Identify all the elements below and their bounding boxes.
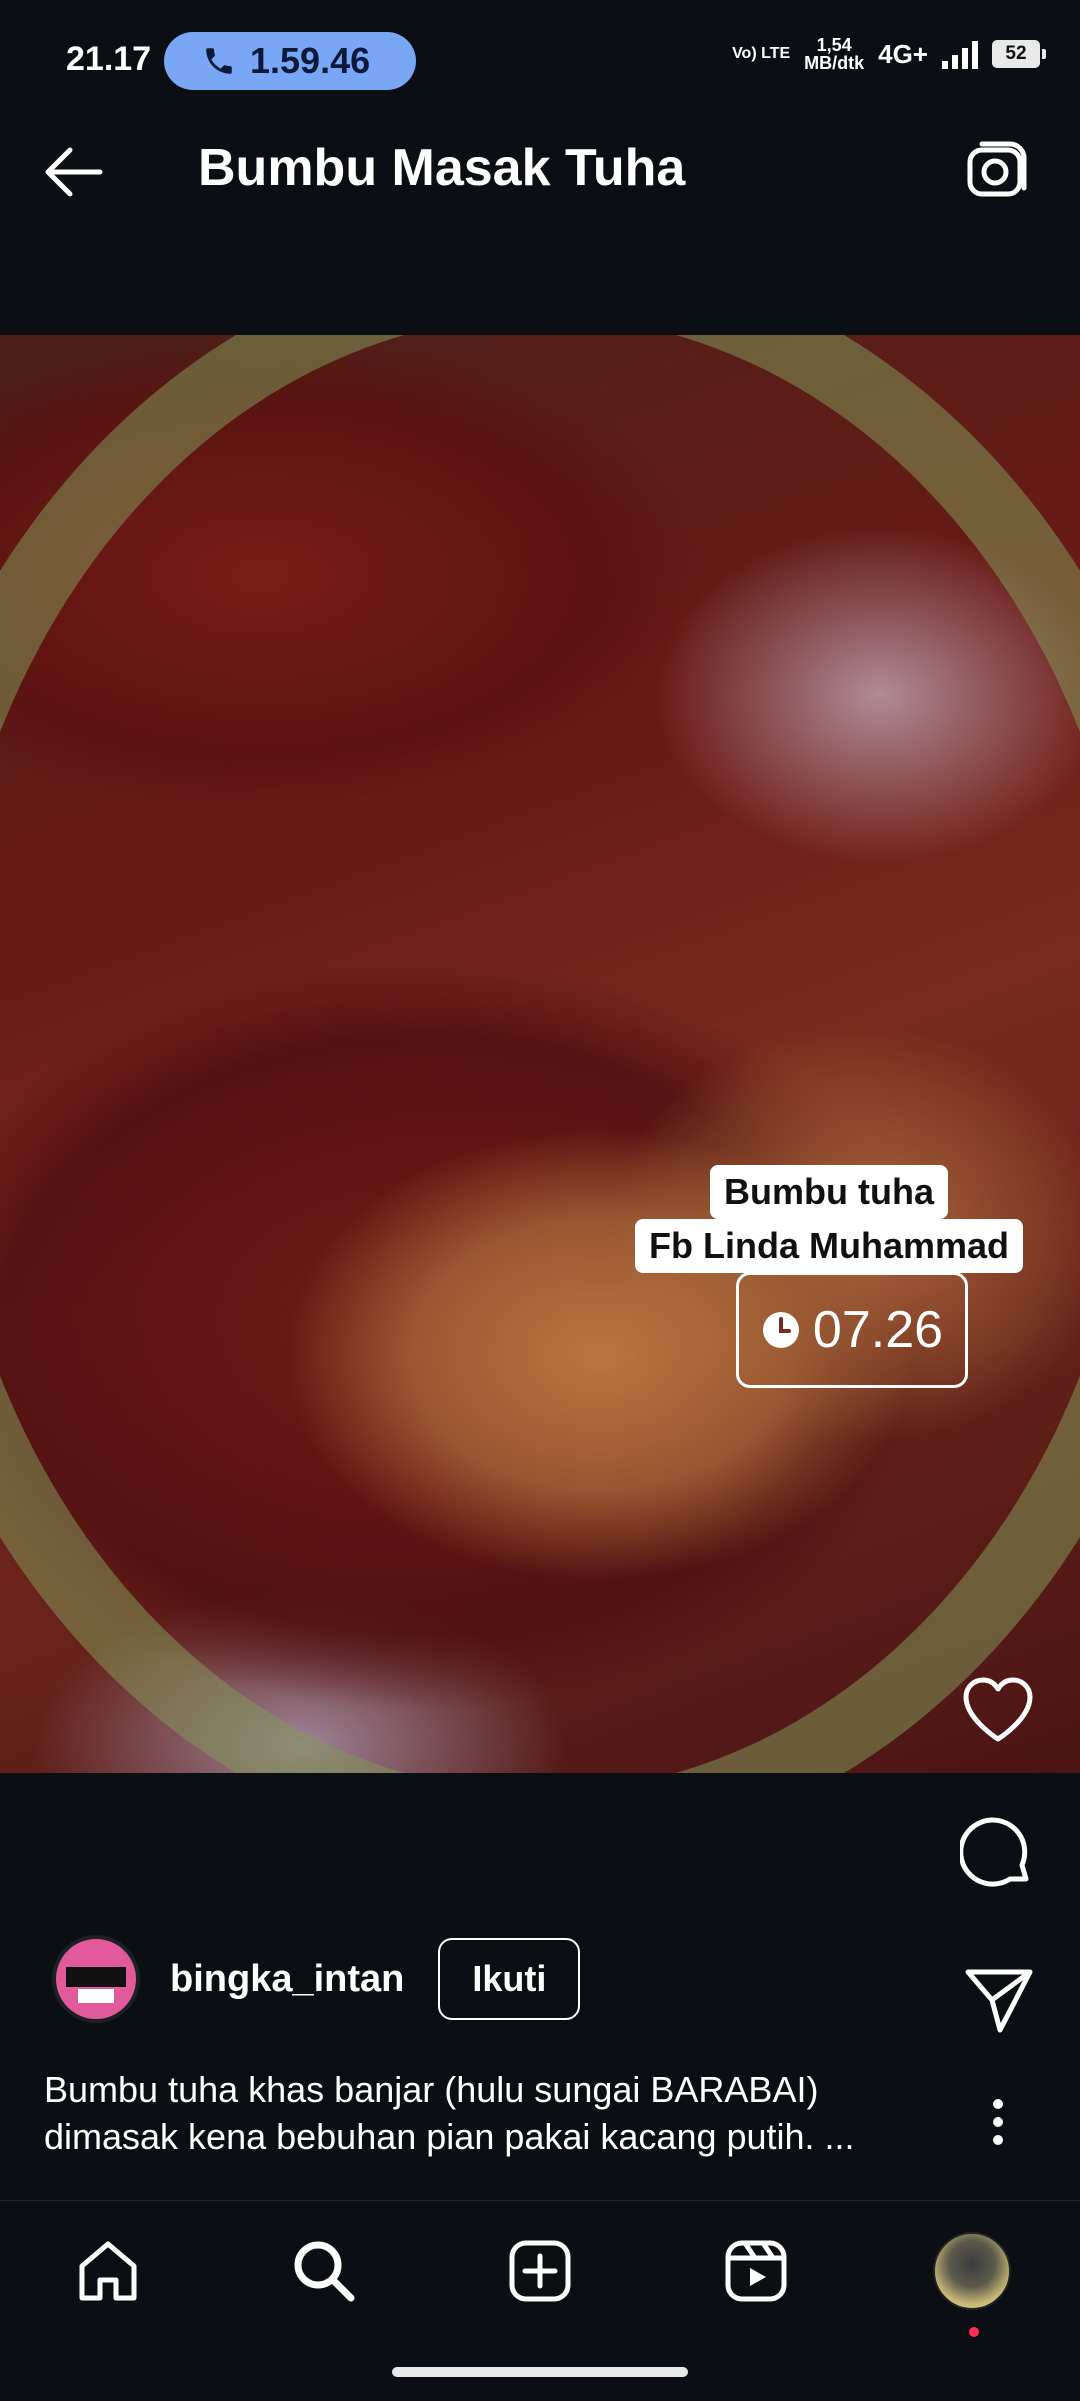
- arrow-left-icon: [45, 147, 103, 197]
- nav-home[interactable]: [68, 2231, 148, 2311]
- heart-icon: [963, 1677, 1033, 1742]
- caption-line-1: Bumbu tuha khas banjar (hulu sungai BARA…: [44, 2069, 819, 2110]
- profile-avatar: [933, 2232, 1011, 2310]
- search-icon: [294, 2241, 355, 2302]
- more-options-button[interactable]: [958, 2082, 1038, 2162]
- caption-line-2: dimasak kena bebuhan pian pakai kacang p…: [44, 2116, 855, 2157]
- status-indicators: Vo) LTE 1,54 MB/dtk 4G+ 52: [732, 36, 1046, 72]
- video-overlay-caption: Bumbu tuha Fb Linda Muhammad: [635, 1165, 1023, 1273]
- overlay-caption-line-2: Fb Linda Muhammad: [635, 1219, 1023, 1273]
- network-speed-value: 1,54: [816, 35, 852, 55]
- reels-icon: [725, 2240, 787, 2302]
- author-avatar[interactable]: [52, 1935, 140, 2023]
- more-vertical-icon: [993, 2099, 1003, 2145]
- home-icon: [79, 2241, 137, 2301]
- send-icon: [965, 1969, 1033, 2033]
- battery-level: 52: [1005, 43, 1027, 64]
- overlay-caption-line-1: Bumbu tuha: [710, 1165, 948, 1219]
- like-button[interactable]: [958, 1670, 1038, 1750]
- pan-rim: [0, 335, 1080, 1773]
- author-row: bingka_intan Ikuti: [52, 1935, 581, 2023]
- volte-indicator: Vo) LTE: [732, 45, 791, 62]
- follow-label: Ikuti: [472, 1958, 547, 1999]
- nav-search[interactable]: [284, 2231, 364, 2311]
- network-speed: 1,54 MB/dtk: [804, 36, 864, 72]
- camera-icon: [967, 141, 1027, 197]
- battery-icon: 52: [992, 40, 1046, 68]
- comment-icon: [960, 1817, 1029, 1887]
- home-indicator[interactable]: [392, 2367, 688, 2377]
- plus-square-icon: [509, 2240, 571, 2302]
- camera-button[interactable]: [964, 138, 1030, 204]
- nav-profile[interactable]: [932, 2231, 1012, 2337]
- overlay-timer-text: 07.26: [812, 1301, 944, 1359]
- comment-button[interactable]: [958, 1815, 1038, 1895]
- ongoing-call-pill[interactable]: 1.59.46: [164, 32, 416, 90]
- status-bar: 21.17 1.59.46 Vo) LTE 1,54 MB/dtk 4G+ 52: [0, 0, 1080, 120]
- phone-icon: [206, 48, 232, 74]
- page-title: Bumbu Masak Tuha: [198, 139, 686, 197]
- nav-reels[interactable]: [716, 2231, 796, 2311]
- signal-icon: [942, 39, 978, 69]
- post-caption[interactable]: Bumbu tuha khas banjar (hulu sungai BARA…: [44, 2066, 944, 2160]
- author-username[interactable]: bingka_intan: [170, 1958, 404, 2001]
- network-speed-unit: MB/dtk: [804, 53, 865, 73]
- status-time: 21.17: [66, 40, 152, 78]
- back-button[interactable]: [40, 140, 110, 204]
- follow-button[interactable]: Ikuti: [438, 1938, 581, 2020]
- notification-dot: [969, 2327, 979, 2337]
- overlay-timer: 07.26: [736, 1272, 968, 1388]
- top-app-bar: Bumbu Masak Tuha: [0, 120, 1080, 220]
- post-media[interactable]: Bumbu tuha Fb Linda Muhammad 07.26: [0, 335, 1080, 1773]
- clock-icon: [762, 1312, 799, 1348]
- network-type: 4G+: [878, 38, 928, 69]
- share-button[interactable]: [958, 1960, 1038, 2040]
- call-timer: 1.59.46: [250, 40, 371, 81]
- nav-create[interactable]: [500, 2231, 580, 2311]
